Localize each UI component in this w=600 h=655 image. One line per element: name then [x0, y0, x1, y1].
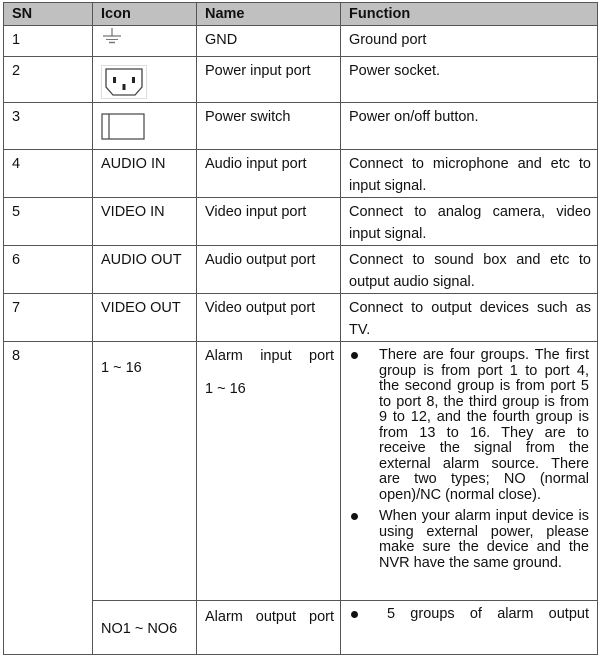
power-switch-icon [101, 113, 145, 140]
port-table: SN Icon Name Function 1 GND Ground port … [3, 2, 598, 655]
cell-sn: 3 [3, 102, 93, 150]
table-header-row: SN Icon Name Function [3, 2, 598, 26]
cell-function: There are four groups. The first group i… [340, 341, 598, 601]
cell-function: Power socket. [340, 56, 598, 103]
bullet-icon [351, 611, 358, 618]
table-row: 2 Power input port Power socket. [3, 56, 598, 103]
cell-icon-text: VIDEO OUT [92, 293, 197, 342]
cell-sn: 2 [3, 56, 93, 103]
ground-icon [103, 28, 121, 44]
cell-icon [92, 102, 197, 150]
cell-name: Audio input port [196, 149, 341, 198]
header-name: Name [196, 2, 341, 26]
cell-sn: 7 [3, 293, 93, 342]
alarm-output-range: NO1 ~ NO6 [101, 621, 178, 637]
cell-function: Connect to microphone and etc to input s… [340, 149, 598, 198]
cell-sn: 6 [3, 245, 93, 294]
cell-sn: 8 [3, 341, 93, 655]
cell-function: Connect to output devices such as TV. [340, 293, 598, 342]
table-row: 6 AUDIO OUT Audio output port Connect to… [3, 245, 598, 294]
table-row: 8 1 ~ 16 Alarm input port 1 ~ 16 There a… [3, 341, 598, 655]
table-row: 7 VIDEO OUT Video output port Connect to… [3, 293, 598, 342]
cell-sn: 5 [3, 197, 93, 246]
alarm-input-range: 1 ~ 16 [101, 360, 142, 376]
header-icon: Icon [92, 2, 197, 26]
cell-function: Power on/off button. [340, 102, 598, 150]
cell-name: Power switch [196, 102, 341, 150]
bullet-icon [351, 513, 358, 520]
cell-function: Ground port [340, 25, 598, 57]
cell-name: Video output port [196, 293, 341, 342]
alarm-input-name-range: 1 ~ 16 [205, 381, 246, 397]
cell-name: Video input port [196, 197, 341, 246]
cell-icon-text: VIDEO IN [92, 197, 197, 246]
alarm-input-name: Alarm input port [205, 348, 334, 364]
alarm-output-bullets: 5 groups of alarm output [349, 606, 589, 623]
cell-sn: 1 [3, 25, 93, 57]
table-row: 5 VIDEO IN Video input port Connect to a… [3, 197, 598, 246]
cell-name: GND [196, 25, 341, 57]
bullet-icon [351, 352, 358, 359]
header-sn: SN [3, 2, 93, 26]
cell-name: Power input port [196, 56, 341, 103]
alarm-output-name: Alarm output port [205, 609, 334, 625]
cell-function: Connect to analog camera, video input si… [340, 197, 598, 246]
cell-icon [92, 56, 197, 103]
table-row: NO1 ~ NO6 Alarm output port 5 groups of … [4, 600, 598, 655]
cell-function: Connect to sound box and etc to output a… [340, 245, 598, 294]
cell-icon-text: AUDIO OUT [92, 245, 197, 294]
list-item: 5 groups of alarm output [349, 606, 589, 623]
cell-name: Audio output port [196, 245, 341, 294]
cell-name: Alarm input port 1 ~ 16 [196, 341, 341, 601]
cell-sn: 4 [3, 149, 93, 198]
list-item: When your alarm input device is using ex… [349, 508, 589, 571]
table-row: 3 Power switch Power on/off button. [3, 102, 598, 150]
cell-icon [92, 25, 197, 57]
cell-name: Alarm output port [196, 600, 341, 655]
cell-icon-text: 1 ~ 16 [92, 341, 197, 601]
table-row: 4 AUDIO IN Audio input port Connect to m… [3, 149, 598, 198]
power-socket-icon [101, 65, 147, 99]
cell-icon-text: AUDIO IN [92, 149, 197, 198]
table-row: 1 GND Ground port [3, 25, 598, 57]
alarm-input-bullets: There are four groups. The first group i… [349, 347, 589, 571]
list-item: There are four groups. The first group i… [349, 347, 589, 503]
cell-function: 5 groups of alarm output [340, 600, 598, 655]
cell-icon-text: NO1 ~ NO6 [92, 600, 197, 655]
header-function: Function [340, 2, 598, 26]
